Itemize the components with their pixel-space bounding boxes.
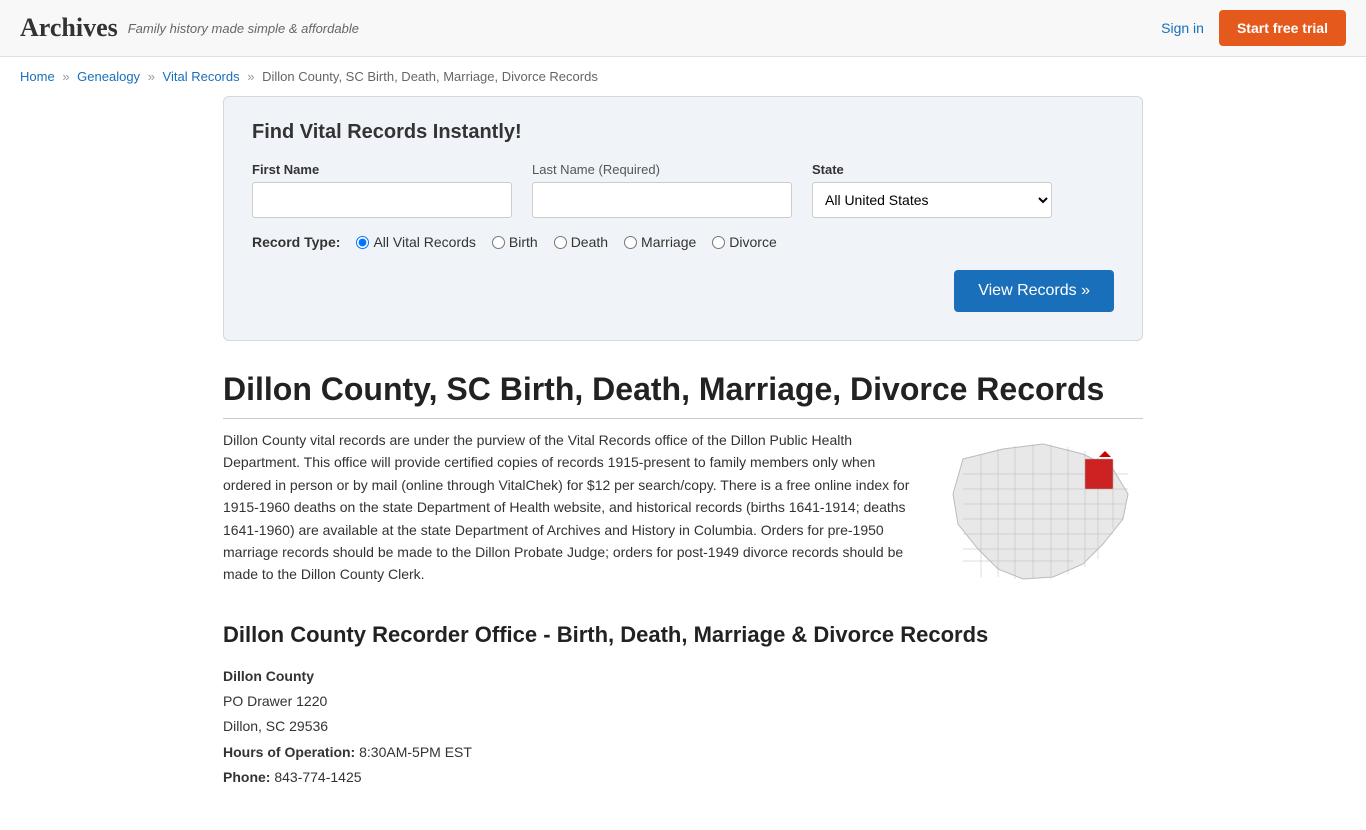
last-name-group: Last Name (Required) — [532, 162, 792, 218]
office-address2: Dillon, SC 29536 — [223, 714, 1143, 739]
search-fields: First Name Last Name (Required) State Al… — [252, 162, 1114, 218]
breadcrumb-home[interactable]: Home — [20, 69, 55, 84]
search-title: Find Vital Records Instantly! — [252, 121, 1114, 144]
main-content: Find Vital Records Instantly! First Name… — [203, 96, 1163, 830]
header-right: Sign in Start free trial — [1161, 10, 1346, 46]
radio-death[interactable]: Death — [554, 234, 608, 250]
office-name: Dillon County — [223, 668, 314, 684]
state-select[interactable]: All United States — [812, 182, 1052, 218]
sign-in-link[interactable]: Sign in — [1161, 20, 1204, 36]
sc-map-svg — [943, 429, 1143, 589]
site-header: Archives Family history made simple & af… — [0, 0, 1366, 57]
first-name-input[interactable] — [252, 182, 512, 218]
header-left: Archives Family history made simple & af… — [20, 13, 359, 43]
record-type-label: Record Type: — [252, 234, 340, 250]
description-paragraph: Dillon County vital records are under th… — [223, 429, 913, 586]
breadcrumb-vital-records[interactable]: Vital Records — [163, 69, 240, 84]
office-info: Dillon County PO Drawer 1220 Dillon, SC … — [223, 664, 1143, 790]
state-group: State All United States — [812, 162, 1052, 218]
search-bottom: View Records » — [252, 270, 1114, 312]
breadcrumb-current: Dillon County, SC Birth, Death, Marriage… — [262, 69, 598, 84]
breadcrumb-sep-3: » — [247, 69, 254, 84]
page-title: Dillon County, SC Birth, Death, Marriage… — [223, 371, 1143, 419]
search-box: Find Vital Records Instantly! First Name… — [223, 96, 1143, 341]
radio-marriage-input[interactable] — [624, 236, 637, 249]
radio-divorce[interactable]: Divorce — [712, 234, 776, 250]
last-name-label: Last Name (Required) — [532, 162, 792, 177]
last-name-input[interactable] — [532, 182, 792, 218]
radio-death-input[interactable] — [554, 236, 567, 249]
state-label: State — [812, 162, 1052, 177]
site-tagline: Family history made simple & affordable — [128, 21, 359, 36]
record-type-row: Record Type: All Vital Records Birth Dea… — [252, 234, 1114, 250]
sc-map — [943, 429, 1143, 592]
breadcrumb: Home » Genealogy » Vital Records » Dillo… — [0, 57, 1366, 96]
radio-marriage[interactable]: Marriage — [624, 234, 696, 250]
radio-all-vital[interactable]: All Vital Records — [356, 234, 475, 250]
phone-label: Phone: — [223, 769, 270, 785]
breadcrumb-genealogy[interactable]: Genealogy — [77, 69, 140, 84]
office-address1: PO Drawer 1220 — [223, 689, 1143, 714]
radio-birth-input[interactable] — [492, 236, 505, 249]
radio-divorce-input[interactable] — [712, 236, 725, 249]
site-logo: Archives — [20, 13, 118, 43]
recorder-section-title: Dillon County Recorder Office - Birth, D… — [223, 622, 1143, 648]
start-trial-button[interactable]: Start free trial — [1219, 10, 1346, 46]
hours-label: Hours of Operation: — [223, 744, 355, 760]
breadcrumb-sep-1: » — [62, 69, 69, 84]
first-name-group: First Name — [252, 162, 512, 218]
breadcrumb-sep-2: » — [148, 69, 155, 84]
radio-all-vital-input[interactable] — [356, 236, 369, 249]
first-name-label: First Name — [252, 162, 512, 177]
view-records-button[interactable]: View Records » — [954, 270, 1114, 312]
content-section: Dillon County vital records are under th… — [223, 429, 1143, 592]
radio-birth[interactable]: Birth — [492, 234, 538, 250]
hours-value-text: 8:30AM-5PM EST — [359, 744, 472, 760]
content-text: Dillon County vital records are under th… — [223, 429, 913, 592]
phone-value-text: 843-774-1425 — [274, 769, 361, 785]
